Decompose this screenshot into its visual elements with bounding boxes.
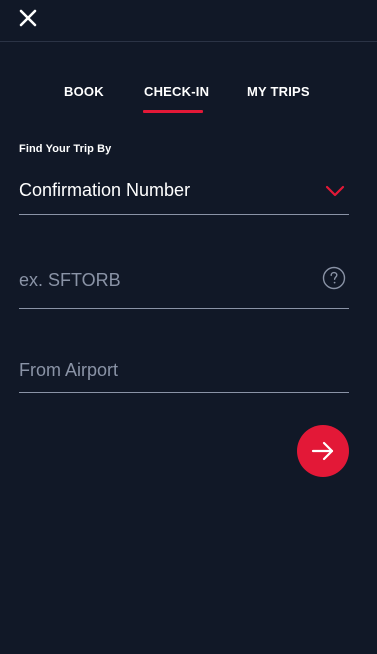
trip-lookup-selected-value: Confirmation Number [19, 180, 191, 200]
find-trip-label: Find Your Trip By [19, 143, 112, 155]
tab-my-trips[interactable]: MY TRIPS [247, 84, 310, 99]
tab-bar: BOOK CHECK-IN MY TRIPS [0, 84, 377, 116]
chevron-down-icon [325, 185, 345, 197]
close-icon [19, 9, 37, 27]
question-circle-icon[interactable] [322, 266, 346, 290]
tab-check-in[interactable]: CHECK-IN [144, 84, 209, 99]
from-airport-input[interactable] [19, 358, 309, 382]
active-tab-indicator [143, 110, 203, 113]
from-airport-field [19, 350, 349, 393]
top-bar [0, 0, 377, 42]
confirmation-number-input[interactable] [19, 268, 309, 292]
confirmation-number-field [19, 258, 349, 309]
tab-book[interactable]: BOOK [64, 84, 104, 99]
submit-button[interactable] [297, 425, 349, 477]
arrow-right-icon [311, 441, 334, 461]
close-button[interactable] [17, 7, 39, 29]
trip-lookup-select[interactable]: Confirmation Number [19, 174, 349, 215]
